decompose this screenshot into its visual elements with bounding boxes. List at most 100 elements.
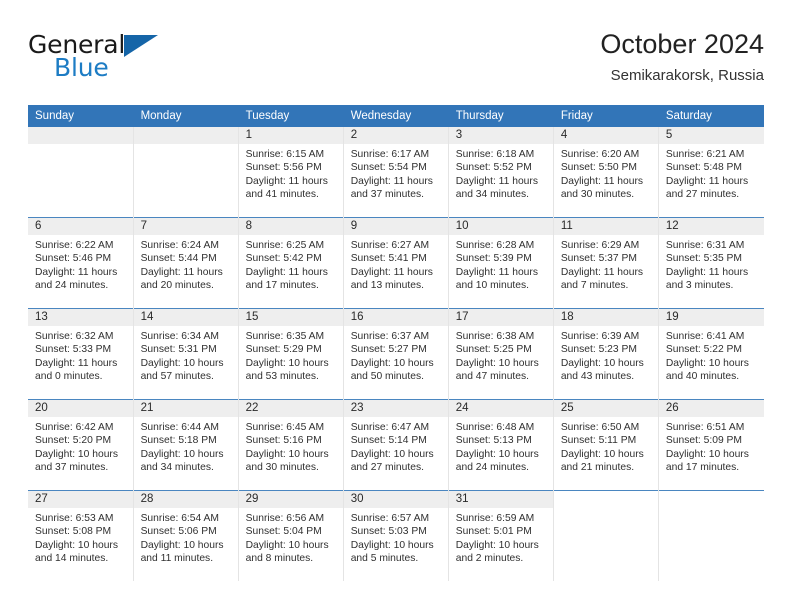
calendar-day-cell[interactable]: 31 Sunrise: 6:59 AM Sunset: 5:01 PM Dayligh… xyxy=(448,490,554,581)
day-cell-inner: 5 Sunrise: 6:21 AM Sunset: 5:48 PM Daylight… xyxy=(658,127,764,217)
day-cell-inner: 20 Sunrise: 6:42 AM Sunset: 5:20 PM Dayligh… xyxy=(28,400,133,490)
calendar-day-cell[interactable]: 20 Sunrise: 6:42 AM Sunset: 5:20 PM Dayligh… xyxy=(28,399,134,491)
calendar-day-cell[interactable]: 4 Sunrise: 6:20 AM Sunset: 5:50 PM Daylight… xyxy=(553,127,659,218)
sunset-text: Sunset: 5:52 PM xyxy=(455,162,532,174)
day-number: 7 xyxy=(133,218,238,235)
page-title: October 2024 xyxy=(600,29,764,59)
day-cell-inner: 8 Sunrise: 6:25 AM Sunset: 5:42 PM Daylight… xyxy=(238,218,343,308)
day-info: Sunrise: 6:18 AM Sunset: 5:52 PM Daylight:… xyxy=(449,144,553,201)
sunrise-text: Sunrise: 6:27 AM xyxy=(350,240,430,251)
day-cell-inner: 29 Sunrise: 6:56 AM Sunset: 5:04 PM Dayligh… xyxy=(238,491,343,581)
sunset-text: Sunset: 5:08 PM xyxy=(35,526,112,538)
calendar-header-row: Sunday Monday Tuesday Wednesday Thursday… xyxy=(28,105,765,127)
weekday-header-monday: Monday xyxy=(133,105,239,127)
brand-name-bottom: Blue xyxy=(54,53,109,82)
day-cell-inner xyxy=(133,127,238,217)
calendar-day-cell[interactable]: 5 Sunrise: 6:21 AM Sunset: 5:48 PM Daylight… xyxy=(658,127,764,218)
day-number: 11 xyxy=(553,218,658,235)
calendar-day-cell[interactable]: 22 Sunrise: 6:45 AM Sunset: 5:16 PM Dayligh… xyxy=(238,399,344,491)
calendar-week-row: 6 Sunrise: 6:22 AM Sunset: 5:46 PM Daylight… xyxy=(28,217,764,309)
sunrise-text: Sunrise: 6:59 AM xyxy=(455,513,535,524)
day-number: 9 xyxy=(343,218,448,235)
sunset-text: Sunset: 5:13 PM xyxy=(455,435,532,447)
day-number xyxy=(133,127,238,144)
sunrise-text: Sunrise: 6:50 AM xyxy=(560,422,640,433)
calendar-day-cell[interactable]: 16 Sunrise: 6:37 AM Sunset: 5:27 PM Dayligh… xyxy=(343,308,449,400)
day-cell-inner: 7 Sunrise: 6:24 AM Sunset: 5:44 PM Daylight… xyxy=(133,218,238,308)
day-info: Sunrise: 6:41 AM Sunset: 5:22 PM Daylight:… xyxy=(659,326,764,383)
calendar-day-cell[interactable]: 25 Sunrise: 6:50 AM Sunset: 5:11 PM Dayligh… xyxy=(553,399,659,491)
calendar-day-cell[interactable]: 9 Sunrise: 6:27 AM Sunset: 5:41 PM Daylight… xyxy=(343,217,449,309)
calendar-day-cell[interactable]: 18 Sunrise: 6:39 AM Sunset: 5:23 PM Dayligh… xyxy=(553,308,659,400)
calendar-day-cell[interactable]: 7 Sunrise: 6:24 AM Sunset: 5:44 PM Daylight… xyxy=(133,217,239,309)
daylight-text: Daylight: 10 hours and 34 minutes. xyxy=(140,448,224,473)
sunset-text: Sunset: 5:06 PM xyxy=(140,526,217,538)
day-info: Sunrise: 6:47 AM Sunset: 5:14 PM Daylight:… xyxy=(344,417,448,474)
daylight-text: Daylight: 10 hours and 8 minutes. xyxy=(245,539,329,564)
calendar-day-cell[interactable]: 6 Sunrise: 6:22 AM Sunset: 5:46 PM Daylight… xyxy=(28,217,134,309)
sunrise-text: Sunrise: 6:38 AM xyxy=(455,331,535,342)
daylight-text: Daylight: 10 hours and 14 minutes. xyxy=(35,539,118,564)
calendar-day-cell-empty xyxy=(133,127,239,218)
calendar-day-cell[interactable]: 14 Sunrise: 6:34 AM Sunset: 5:31 PM Dayligh… xyxy=(133,308,239,400)
calendar-day-cell[interactable]: 27 Sunrise: 6:53 AM Sunset: 5:08 PM Dayligh… xyxy=(28,490,134,581)
day-number: 29 xyxy=(238,491,343,508)
calendar-week-row: 27 Sunrise: 6:53 AM Sunset: 5:08 PM Dayligh… xyxy=(28,490,764,581)
daylight-text: Daylight: 11 hours and 20 minutes. xyxy=(140,266,223,291)
daylight-text: Daylight: 11 hours and 27 minutes. xyxy=(665,175,749,200)
sunrise-text: Sunrise: 6:56 AM xyxy=(245,513,325,524)
daylight-text: Daylight: 10 hours and 5 minutes. xyxy=(350,539,434,564)
calendar-day-cell[interactable]: 30 Sunrise: 6:57 AM Sunset: 5:03 PM Dayligh… xyxy=(343,490,449,581)
calendar-day-cell[interactable]: 8 Sunrise: 6:25 AM Sunset: 5:42 PM Daylight… xyxy=(238,217,344,309)
day-number: 10 xyxy=(448,218,553,235)
calendar-day-cell[interactable]: 15 Sunrise: 6:35 AM Sunset: 5:29 PM Dayligh… xyxy=(238,308,344,400)
day-number: 3 xyxy=(448,127,553,144)
sunrise-text: Sunrise: 6:42 AM xyxy=(35,422,114,433)
sunset-text: Sunset: 5:33 PM xyxy=(35,344,112,356)
calendar-day-cell[interactable]: 23 Sunrise: 6:47 AM Sunset: 5:14 PM Dayligh… xyxy=(343,399,449,491)
day-number: 17 xyxy=(448,309,553,326)
brand-logo[interactable]: General Blue xyxy=(28,32,258,92)
day-info: Sunrise: 6:50 AM Sunset: 5:11 PM Daylight:… xyxy=(554,417,658,474)
weekday-header-sunday: Sunday xyxy=(28,105,134,127)
sunset-text: Sunset: 5:16 PM xyxy=(245,435,322,447)
calendar-day-cell[interactable]: 26 Sunrise: 6:51 AM Sunset: 5:09 PM Dayligh… xyxy=(658,399,764,491)
day-info: Sunrise: 6:44 AM Sunset: 5:18 PM Daylight:… xyxy=(134,417,238,474)
day-cell-inner: 3 Sunrise: 6:18 AM Sunset: 5:52 PM Daylight… xyxy=(448,127,553,217)
calendar-day-cell[interactable]: 29 Sunrise: 6:56 AM Sunset: 5:04 PM Dayligh… xyxy=(238,490,344,581)
day-cell-inner: 2 Sunrise: 6:17 AM Sunset: 5:54 PM Daylight… xyxy=(343,127,448,217)
calendar-day-cell[interactable]: 28 Sunrise: 6:54 AM Sunset: 5:06 PM Dayligh… xyxy=(133,490,239,581)
sunrise-text: Sunrise: 6:18 AM xyxy=(455,149,535,160)
daylight-text: Daylight: 11 hours and 0 minutes. xyxy=(35,357,118,382)
calendar-day-cell[interactable]: 17 Sunrise: 6:38 AM Sunset: 5:25 PM Dayligh… xyxy=(448,308,554,400)
sunset-text: Sunset: 5:41 PM xyxy=(350,253,427,265)
sunset-text: Sunset: 5:27 PM xyxy=(350,344,427,356)
calendar-day-cell[interactable]: 13 Sunrise: 6:32 AM Sunset: 5:33 PM Dayligh… xyxy=(28,308,134,400)
sunrise-text: Sunrise: 6:51 AM xyxy=(665,422,745,433)
sunset-text: Sunset: 5:01 PM xyxy=(455,526,532,538)
day-cell-inner: 26 Sunrise: 6:51 AM Sunset: 5:09 PM Dayligh… xyxy=(658,400,764,490)
sunset-text: Sunset: 5:56 PM xyxy=(245,162,322,174)
calendar-day-cell[interactable]: 10 Sunrise: 6:28 AM Sunset: 5:39 PM Dayligh… xyxy=(448,217,554,309)
calendar-day-cell[interactable]: 24 Sunrise: 6:48 AM Sunset: 5:13 PM Dayligh… xyxy=(448,399,554,491)
day-cell-inner: 24 Sunrise: 6:48 AM Sunset: 5:13 PM Dayligh… xyxy=(448,400,553,490)
day-info: Sunrise: 6:25 AM Sunset: 5:42 PM Daylight:… xyxy=(239,235,343,292)
day-info: Sunrise: 6:17 AM Sunset: 5:54 PM Daylight:… xyxy=(344,144,448,201)
day-info: Sunrise: 6:27 AM Sunset: 5:41 PM Daylight:… xyxy=(344,235,448,292)
calendar-day-cell[interactable]: 1 Sunrise: 6:15 AM Sunset: 5:56 PM Daylight… xyxy=(238,127,344,218)
day-info: Sunrise: 6:38 AM Sunset: 5:25 PM Daylight:… xyxy=(449,326,553,383)
calendar-day-cell[interactable]: 2 Sunrise: 6:17 AM Sunset: 5:54 PM Daylight… xyxy=(343,127,449,218)
daylight-text: Daylight: 11 hours and 17 minutes. xyxy=(245,266,328,291)
day-info: Sunrise: 6:29 AM Sunset: 5:37 PM Daylight:… xyxy=(554,235,658,292)
day-cell-inner: 27 Sunrise: 6:53 AM Sunset: 5:08 PM Dayligh… xyxy=(28,491,133,581)
calendar-day-cell[interactable]: 21 Sunrise: 6:44 AM Sunset: 5:18 PM Dayligh… xyxy=(133,399,239,491)
day-number: 19 xyxy=(658,309,764,326)
calendar-day-cell[interactable]: 19 Sunrise: 6:41 AM Sunset: 5:22 PM Dayligh… xyxy=(658,308,764,400)
daylight-text: Daylight: 10 hours and 30 minutes. xyxy=(245,448,329,473)
calendar-day-cell[interactable]: 12 Sunrise: 6:31 AM Sunset: 5:35 PM Dayligh… xyxy=(658,217,764,309)
day-info: Sunrise: 6:53 AM Sunset: 5:08 PM Daylight:… xyxy=(28,508,133,565)
sunset-text: Sunset: 5:39 PM xyxy=(455,253,532,265)
calendar-day-cell[interactable]: 3 Sunrise: 6:18 AM Sunset: 5:52 PM Daylight… xyxy=(448,127,554,218)
day-cell-inner: 22 Sunrise: 6:45 AM Sunset: 5:16 PM Dayligh… xyxy=(238,400,343,490)
calendar-day-cell[interactable]: 11 Sunrise: 6:29 AM Sunset: 5:37 PM Dayligh… xyxy=(553,217,659,309)
